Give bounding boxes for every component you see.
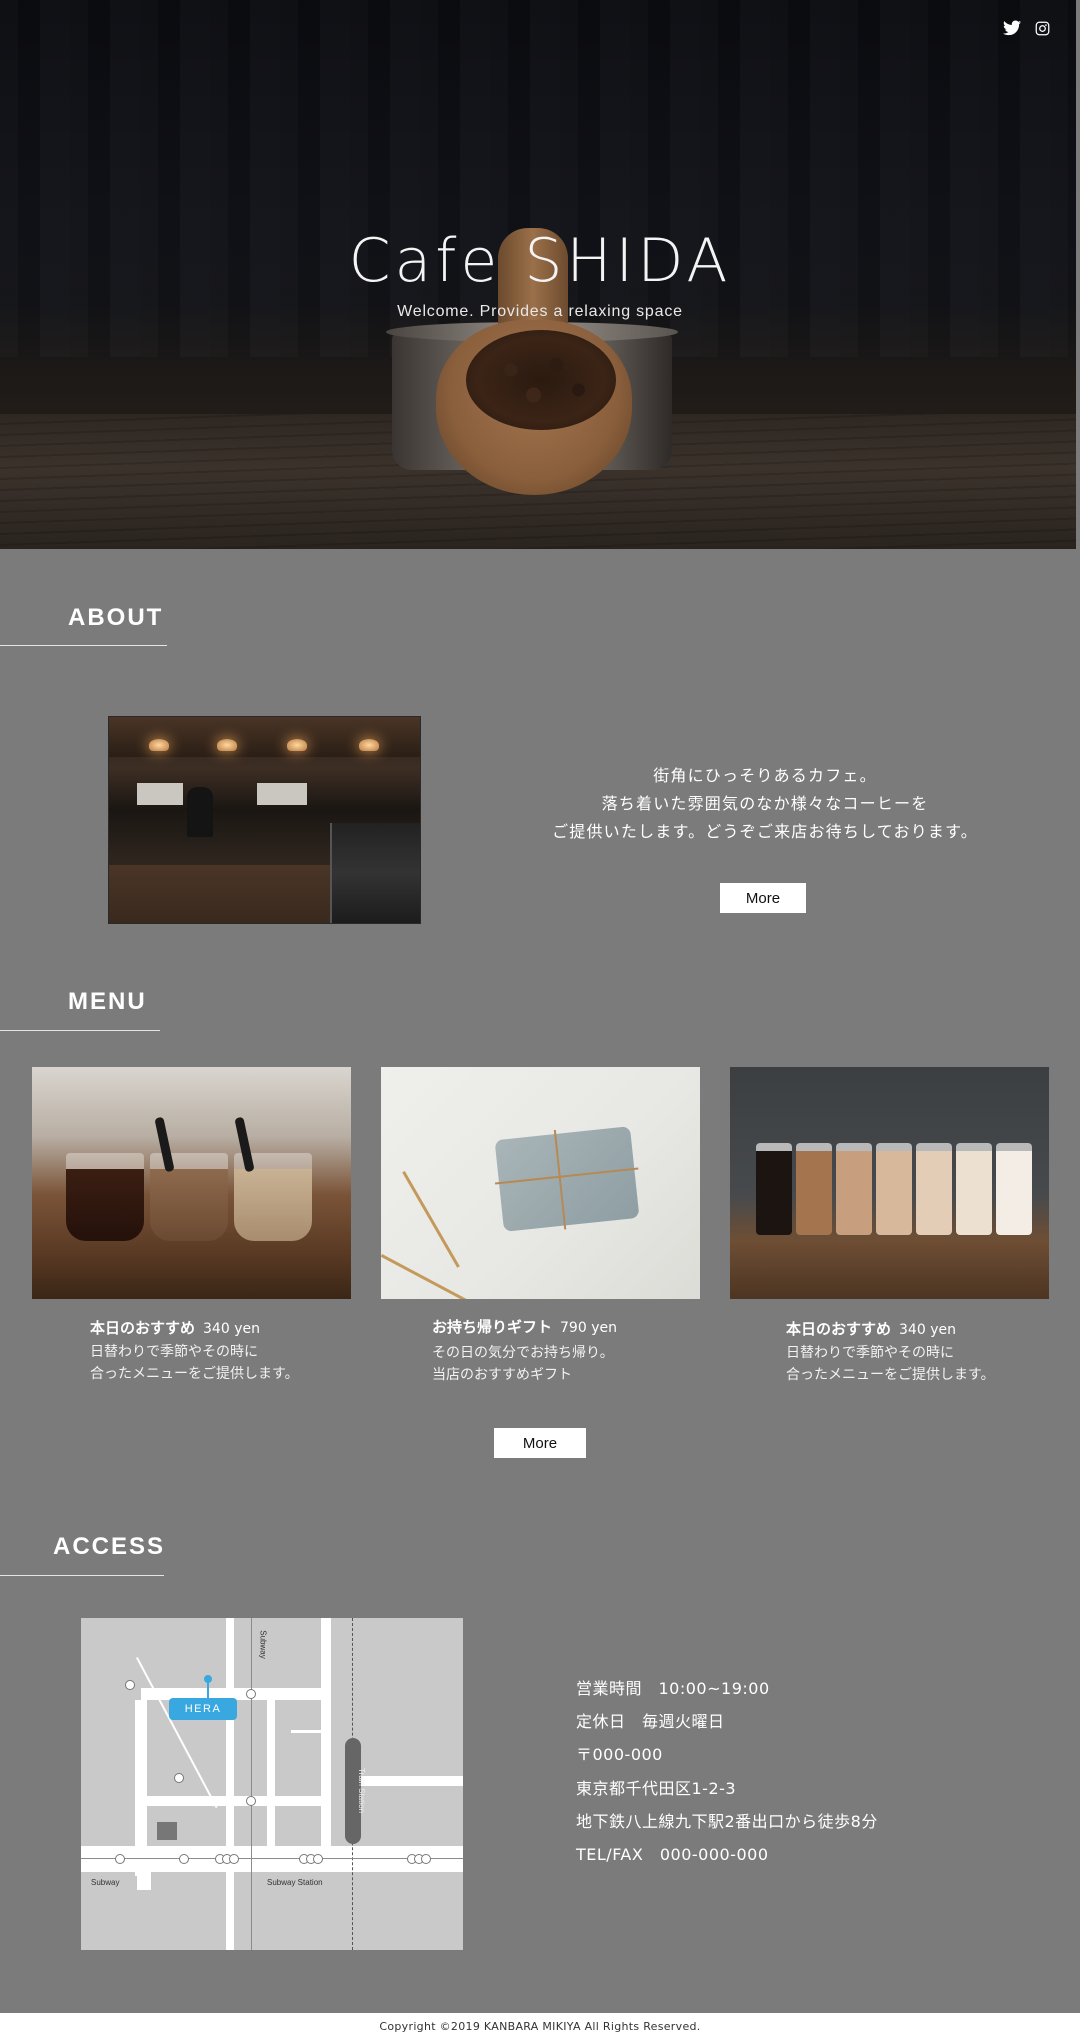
map-building bbox=[157, 1822, 177, 1840]
about-description: 街角にひっそりあるカフェ。 落ち着いた雰囲気のなか様々なコーヒーを ご提供いたし… bbox=[540, 762, 990, 846]
map-road bbox=[291, 1730, 321, 1733]
twitter-icon[interactable] bbox=[1003, 20, 1021, 40]
map-station-dot bbox=[125, 1680, 135, 1690]
menu-item-photo[interactable] bbox=[32, 1067, 351, 1299]
site-subtitle: Welcome. Provides a relaxing space bbox=[397, 303, 683, 320]
map-road bbox=[321, 1618, 331, 1858]
map-station-dot bbox=[115, 1854, 125, 1864]
instagram-icon[interactable] bbox=[1035, 21, 1050, 40]
menu-heading: MENU bbox=[68, 988, 147, 1015]
directions: 地下鉄八上線九下駅2番出口から徒歩8分 bbox=[576, 1811, 878, 1831]
business-hours: 営業時間 10:00~19:00 bbox=[576, 1679, 770, 1698]
menu-item-title[interactable]: 本日のおすすめ 340 yen bbox=[90, 1317, 260, 1338]
map-road bbox=[137, 1872, 151, 1890]
subway-label: Subway bbox=[91, 1878, 120, 1887]
menu-item-description: 日替わりで季節やその時に 合ったメニューをご提供します。 bbox=[786, 1345, 995, 1383]
about-more-button[interactable]: More bbox=[720, 883, 806, 913]
menu-item-price: 790 yen bbox=[560, 1320, 617, 1336]
menu-item-photo[interactable] bbox=[730, 1067, 1049, 1299]
about-photo bbox=[108, 716, 421, 924]
access-info: 営業時間 10:00~19:00 定休日 毎週火曜日 〒000-000 東京都千… bbox=[576, 1672, 878, 1871]
map-road bbox=[226, 1618, 234, 1950]
map-road bbox=[141, 1796, 321, 1806]
menu-item-name: お持ち帰りギフト bbox=[432, 1318, 553, 1336]
map-road bbox=[135, 1700, 147, 1876]
shop-marker[interactable]: HERA bbox=[169, 1698, 237, 1720]
menu-item-name: 本日のおすすめ bbox=[786, 1320, 892, 1338]
map-road bbox=[267, 1688, 275, 1858]
subway-label: Subway bbox=[258, 1630, 268, 1659]
map-station-dot bbox=[313, 1854, 323, 1864]
map-station-dot bbox=[174, 1773, 184, 1783]
about-line: 落ち着いた雰囲気のなか様々なコーヒーを bbox=[601, 794, 929, 813]
about-heading: ABOUT bbox=[68, 604, 164, 631]
menu-item-title[interactable]: 本日のおすすめ 340 yen bbox=[786, 1318, 956, 1339]
access-heading-underline bbox=[0, 1575, 164, 1576]
train-station-label: Train Station bbox=[357, 1767, 367, 1814]
social-links bbox=[1003, 20, 1050, 40]
phone: TEL/FAX 000-000-000 bbox=[576, 1845, 769, 1865]
site-title: Cafe SHIDA bbox=[348, 226, 732, 296]
menu-item-photo[interactable] bbox=[381, 1067, 700, 1299]
menu-item-price: 340 yen bbox=[203, 1321, 260, 1337]
map-station-dot bbox=[246, 1796, 256, 1806]
map-line bbox=[251, 1618, 252, 1950]
menu-heading-underline bbox=[0, 1030, 160, 1031]
access-heading: ACCESS bbox=[53, 1533, 166, 1560]
menu-more-button[interactable]: More bbox=[494, 1428, 586, 1458]
closed-day: 定休日 毎週火曜日 bbox=[576, 1712, 725, 1732]
menu-item-description: 日替わりで季節やその時に 合ったメニューをご提供します。 bbox=[90, 1344, 299, 1382]
menu-item-name: 本日のおすすめ bbox=[90, 1319, 196, 1337]
access-map[interactable]: Train Station Subway Subway Subway Stati… bbox=[81, 1618, 463, 1950]
about-heading-underline bbox=[0, 645, 167, 646]
map-road bbox=[351, 1776, 463, 1786]
map-station-dot bbox=[229, 1854, 239, 1864]
menu-item-price: 340 yen bbox=[899, 1322, 956, 1338]
about-line: ご提供いたします。どうぞご来店お待ちしております。 bbox=[552, 822, 978, 841]
menu-item-title[interactable]: お持ち帰りギフト 790 yen bbox=[432, 1316, 617, 1337]
map-station-dot bbox=[179, 1854, 189, 1864]
hero-coffee-beans bbox=[466, 330, 616, 430]
map-pin-icon bbox=[204, 1675, 212, 1683]
menu-item-description: その日の気分でお持ち帰り。 当店のおすすめギフト bbox=[432, 1345, 614, 1383]
map-line bbox=[81, 1858, 463, 1859]
footer-copyright: Copyright ©2019 KANBARA MIKIYA All Right… bbox=[0, 2013, 1080, 2040]
postal-code: 〒000-000 bbox=[576, 1745, 663, 1765]
subway-station-label: Subway Station bbox=[267, 1878, 323, 1887]
address: 東京都千代田区1-2-3 bbox=[576, 1778, 737, 1798]
map-station-dot bbox=[246, 1689, 256, 1699]
about-line: 街角にひっそりあるカフェ。 bbox=[653, 766, 877, 785]
map-station-dot bbox=[421, 1854, 431, 1864]
